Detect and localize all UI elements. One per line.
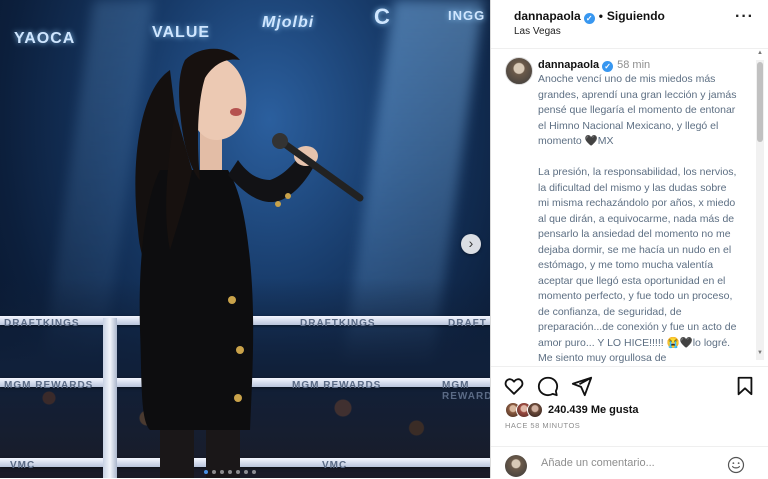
liker-avatar	[527, 402, 543, 418]
scrollbar-thumb[interactable]	[757, 62, 763, 142]
chevron-right-icon: ›	[468, 235, 474, 251]
verified-icon: ✓	[602, 61, 614, 72]
following-button[interactable]: Siguiendo	[607, 9, 665, 23]
scroll-down-icon[interactable]: ▼	[756, 350, 764, 356]
post-time: HACE 58 MINUTOS	[505, 421, 581, 430]
post-side-panel: dannapaola ✓ • Siguiendo Las Vegas ··· dann…	[490, 0, 768, 478]
caption-time: 58 min	[617, 59, 651, 71]
more-options-icon[interactable]: ···	[735, 8, 754, 26]
location-link[interactable]: Las Vegas	[514, 26, 561, 37]
header-user-row: dannapaola ✓ • Siguiendo	[514, 9, 665, 24]
caption-area[interactable]: dannapaola ✓ 58 min Anoche vencí uno de mi…	[491, 48, 768, 367]
post-photo[interactable]: YAOCA VALUE Mjolbi C INGG DRAFTKINGS DRA…	[0, 0, 490, 478]
separator-dot: •	[598, 9, 603, 23]
avatar	[505, 455, 527, 477]
emoji-icon[interactable]	[727, 456, 745, 474]
carousel-dots	[204, 470, 256, 474]
next-image-button[interactable]: ›	[461, 234, 481, 254]
verified-icon: ✓	[583, 13, 595, 24]
post-header: dannapaola ✓ • Siguiendo Las Vegas ···	[491, 0, 768, 49]
caption-text: Anoche vencí uno de mis miedos más grand…	[538, 73, 737, 364]
caption-scrollbar[interactable]	[756, 60, 764, 360]
caption-user-row: dannapaola ✓ 58 min	[538, 59, 650, 72]
carousel-dot	[228, 470, 232, 474]
likes-row[interactable]: 240.439 Me gusta	[505, 400, 639, 420]
caption-username[interactable]: dannapaola	[538, 59, 599, 71]
heart-icon[interactable]	[503, 375, 525, 397]
carousel-dot	[204, 470, 208, 474]
header-username[interactable]: dannapaola	[514, 9, 581, 23]
carousel-dot	[244, 470, 248, 474]
singer-figure	[135, 48, 364, 478]
scroll-up-icon[interactable]: ▲	[756, 50, 764, 56]
carousel-dot	[212, 470, 216, 474]
avatar[interactable]	[505, 57, 533, 85]
share-icon[interactable]	[571, 375, 593, 397]
comment-input[interactable]	[541, 457, 721, 469]
likes-count[interactable]: 240.439 Me gusta	[548, 404, 639, 416]
carousel-dot	[236, 470, 240, 474]
comment-bar	[491, 446, 768, 479]
bookmark-icon[interactable]	[734, 375, 756, 397]
carousel-dot	[252, 470, 256, 474]
carousel-dot	[220, 470, 224, 474]
comment-icon[interactable]	[537, 375, 559, 397]
